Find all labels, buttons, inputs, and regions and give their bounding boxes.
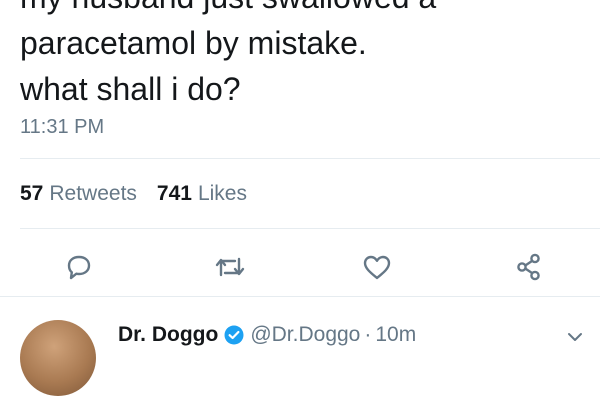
author-handle[interactable]: @Dr.Doggo [250, 322, 360, 348]
tweet-timestamp[interactable]: 11:31 PM [20, 114, 104, 140]
likes-stat[interactable]: 741 Likes [157, 180, 247, 208]
tweet-actions [0, 250, 600, 284]
reply-button[interactable] [62, 250, 96, 284]
divider [20, 158, 600, 159]
tweet-stats: 57 Retweets 741 Likes [20, 180, 247, 208]
reply-icon [64, 252, 94, 282]
author-name[interactable]: Dr. Doggo [118, 322, 218, 348]
tweet-text-line: my husband just swallowed a [20, 0, 580, 20]
retweets-count: 57 [20, 182, 44, 205]
tweet-text: my husband just swallowed a paracetamol … [20, 0, 580, 112]
chevron-down-icon[interactable] [566, 328, 584, 346]
likes-label: Likes [197, 182, 247, 205]
divider [0, 296, 600, 297]
separator: · [364, 323, 372, 346]
reply-author: Dr. Doggo @Dr.Doggo · 10m [118, 322, 416, 348]
likes-count: 741 [156, 182, 192, 205]
reply-age[interactable]: 10m [375, 322, 416, 348]
verified-badge-icon [224, 325, 244, 345]
divider [20, 228, 600, 229]
avatar[interactable] [20, 320, 96, 396]
retweets-stat[interactable]: 57 Retweets [20, 180, 137, 208]
share-icon [513, 251, 545, 283]
retweet-button[interactable] [213, 250, 247, 284]
share-button[interactable] [512, 250, 546, 284]
tweet-text-line: what shall i do? [20, 71, 241, 107]
reply-tweet[interactable]: Dr. Doggo @Dr.Doggo · 10m [0, 312, 600, 396]
retweet-icon [214, 252, 246, 282]
retweets-label: Retweets [49, 182, 137, 205]
heart-icon [361, 252, 393, 282]
like-button[interactable] [360, 250, 394, 284]
tweet-text-line: paracetamol by mistake. [20, 25, 367, 61]
